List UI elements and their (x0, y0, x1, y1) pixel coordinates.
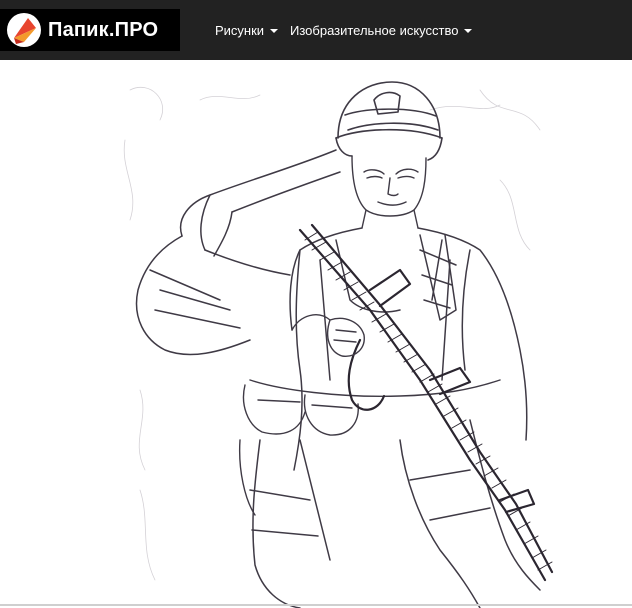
brand-name: Папик.ПРО (48, 18, 159, 41)
caret-down-icon (270, 29, 279, 33)
soldier-sketch-image (123, 81, 554, 608)
brand-home-link[interactable]: Папик.ПРО (0, 9, 180, 51)
page-divider (0, 604, 632, 606)
papik-logo-icon (7, 13, 41, 47)
nav-drawings-label: Рисунки (215, 22, 265, 38)
nav-fine-art[interactable]: Изобразительное искусство (290, 0, 473, 60)
nav-fine-art-label: Изобразительное искусство (290, 22, 459, 38)
top-navbar: Папик.ПРО Рисунки Изобразительное искусс… (0, 0, 632, 60)
nav-drawings[interactable]: Рисунки (215, 0, 279, 60)
main-content (0, 60, 632, 608)
caret-down-icon (464, 29, 473, 33)
